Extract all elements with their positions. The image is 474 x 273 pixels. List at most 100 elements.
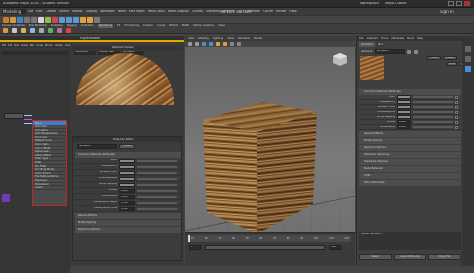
live-surface[interactable]: No Live Surface <box>220 10 251 14</box>
property-attr-slider[interactable] <box>137 165 177 168</box>
shelf-tab-custom[interactable]: Custom <box>143 24 153 28</box>
property-attr-value[interactable] <box>119 158 135 163</box>
hypershade-icon[interactable] <box>39 28 44 33</box>
place2d-node[interactable] <box>4 113 24 119</box>
property-attr-slider[interactable] <box>137 189 177 192</box>
menu-item-mesh-tools[interactable]: Mesh Tools <box>148 10 165 13</box>
focus-button[interactable]: Focus <box>427 56 441 60</box>
ae-button-select[interactable]: Select <box>359 254 392 260</box>
shelf-tab-arnold[interactable]: Arnold <box>157 24 165 28</box>
hypershade-menu-create[interactable]: Create <box>21 43 28 48</box>
presets-button[interactable]: Presets <box>443 56 457 60</box>
hypershade-menu-options[interactable]: Options <box>55 43 63 48</box>
shelf-tab-xgen[interactable]: XGen <box>218 24 225 28</box>
property-attr-slider[interactable] <box>137 159 177 162</box>
map-button-icon[interactable] <box>455 100 458 104</box>
property-attr-value[interactable] <box>119 176 135 181</box>
ae-menu-help[interactable]: Help <box>417 36 423 41</box>
ae-attr-value[interactable] <box>397 115 411 119</box>
shelf-tab-fx[interactable]: FX <box>117 24 120 28</box>
menu-item-curves[interactable]: Curves <box>192 10 203 13</box>
snap-grid-icon[interactable] <box>59 17 65 23</box>
property-section-header[interactable]: Matte Opacity <box>75 220 181 226</box>
map-button-icon[interactable] <box>455 95 458 99</box>
ae-attr-value[interactable] <box>397 100 411 104</box>
paint-tool-icon[interactable] <box>52 17 58 23</box>
ae-menu-attributes[interactable]: Attributes <box>391 36 404 41</box>
sign-in-button[interactable]: Sign In <box>440 10 454 14</box>
ae-attr-slider[interactable] <box>413 116 453 118</box>
ae-section-header[interactable]: Matte Opacity <box>359 138 461 144</box>
save-scene-icon[interactable] <box>17 17 23 23</box>
goto-input-icon[interactable] <box>406 49 411 54</box>
render-icon[interactable] <box>80 17 86 23</box>
property-presets-button[interactable]: Presets <box>119 144 135 149</box>
shelf-tab-bifrost[interactable]: Bifrost <box>169 24 177 28</box>
ae-attr-value[interactable]: 0.800 <box>397 120 411 124</box>
menu-item-mesh[interactable]: Mesh <box>118 10 126 13</box>
select-tool-icon[interactable] <box>38 17 44 23</box>
light-icon[interactable] <box>12 28 17 33</box>
property-attr-value[interactable]: 0.000 <box>119 194 135 199</box>
shelf-tab-mash[interactable]: MASH <box>182 24 190 28</box>
ae-menu-selected[interactable]: Selected <box>367 36 378 41</box>
ae-section-header[interactable]: Special Effects <box>359 131 461 137</box>
menu-item-modify[interactable]: Modify <box>72 10 83 13</box>
map-button-icon[interactable] <box>455 125 458 129</box>
ae-node-tab-lambert1[interactable]: lambert1 <box>359 42 375 47</box>
menu-item-mesh-display[interactable]: Mesh Display <box>168 10 189 13</box>
property-section-header[interactable]: Raytrace Options <box>75 227 181 233</box>
ae-attr-slider[interactable] <box>413 111 453 113</box>
hypershade-menu-view[interactable]: View <box>14 43 19 48</box>
shading-group-node[interactable] <box>2 194 10 202</box>
ae-attr-value[interactable] <box>397 110 411 114</box>
mode-selector[interactable]: Modeling <box>2 9 26 14</box>
ae-section-header[interactable]: Extra Attributes <box>359 180 461 186</box>
property-attr-slider[interactable] <box>137 177 177 180</box>
current-frame-marker[interactable] <box>188 235 190 242</box>
shelf-tab-rendering[interactable]: Rendering <box>97 24 114 28</box>
time-slider[interactable]: 10 20 30 40 50 60 70 80 90 100 110 120 1 120 <box>185 232 355 266</box>
ipr-render-icon[interactable] <box>87 17 93 23</box>
ae-attr-slider[interactable] <box>413 106 453 108</box>
file-node[interactable]: file1 Out Color Out Alpha Out Transparency… <box>32 120 67 206</box>
property-attr-slider[interactable] <box>137 183 177 186</box>
maximize-icon[interactable] <box>456 1 462 6</box>
shelf-tab-motion-graphics[interactable]: Motion Graphics <box>193 24 214 28</box>
view-cube-icon[interactable] <box>332 52 348 67</box>
menu-item-windows[interactable]: Windows <box>100 10 114 13</box>
channel-box-icon[interactable] <box>465 46 471 52</box>
ae-attr-value[interactable] <box>397 105 411 109</box>
ae-section-header[interactable]: Raytrace Options <box>359 145 461 151</box>
undo-icon[interactable] <box>24 17 30 23</box>
ae-button-copy-tab[interactable]: Copy Tab <box>428 254 462 260</box>
property-node-name[interactable]: lambert1 <box>77 144 117 149</box>
menu-item-arnold[interactable]: Arnold <box>276 10 286 13</box>
ae-section-header[interactable]: UUID <box>359 173 461 179</box>
node-search-field[interactable] <box>2 51 68 55</box>
hypershade-menu-window[interactable]: Window <box>45 43 53 48</box>
attribute-editor-icon[interactable] <box>465 66 471 72</box>
property-attr-value[interactable]: 0.800 <box>119 188 135 193</box>
show-button[interactable]: Show <box>447 62 457 66</box>
map-button-icon[interactable] <box>455 115 458 119</box>
camera-icon[interactable] <box>30 28 35 33</box>
lasso-tool-icon[interactable] <box>45 17 51 23</box>
open-scene-icon[interactable] <box>10 17 16 23</box>
goto-output-icon[interactable] <box>413 49 418 54</box>
workspace-dropdown[interactable]: Maya Classic <box>385 2 407 5</box>
menu-item-edit[interactable]: Edit <box>36 10 42 13</box>
ae-menu-list[interactable]: List <box>359 36 364 41</box>
ae-attr-value[interactable] <box>397 95 411 99</box>
property-attr-value[interactable]: 0.500 <box>119 206 135 211</box>
shelf-tab-fx-caching[interactable]: FX Caching <box>124 24 139 28</box>
node-name-field[interactable]: lambert1 <box>374 49 405 54</box>
ae-button-load-attributes[interactable]: Load Attributes <box>393 254 427 260</box>
hypershade-menu-file[interactable]: File <box>2 43 6 48</box>
area-light-icon[interactable] <box>21 28 26 33</box>
ae-node-tab-file1[interactable]: file1 <box>375 42 386 47</box>
close-icon[interactable] <box>464 1 470 6</box>
range-start-field[interactable]: 1 <box>189 245 201 250</box>
redo-icon[interactable] <box>31 17 37 23</box>
property-attr-slider[interactable] <box>137 171 177 174</box>
